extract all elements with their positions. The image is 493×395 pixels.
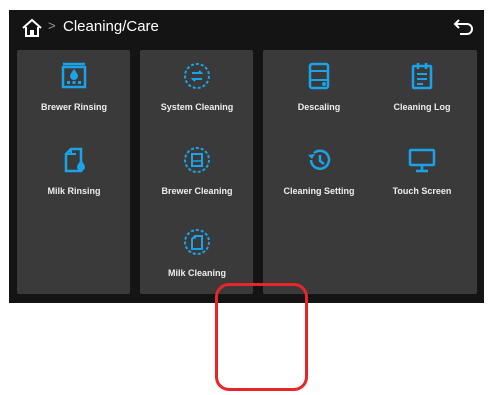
header-bar: > Cleaning/Care: [9, 10, 484, 44]
descaling-button[interactable]: Descaling: [264, 58, 374, 130]
cleaning-log-icon: [411, 63, 433, 90]
tile-label: Touch Screen: [392, 186, 452, 196]
tile-label: Milk Rinsing: [47, 186, 101, 196]
brewer-cleaning-button[interactable]: Brewer Cleaning: [142, 142, 252, 214]
touch-screen-icon: [408, 148, 436, 173]
brewer-rinsing-icon: [61, 62, 87, 89]
cleaning-panel: System Cleaning Brewer Cleaning Milk Cle…: [140, 50, 253, 294]
tile-label: Cleaning Setting: [283, 186, 355, 196]
touch-screen-button[interactable]: Touch Screen: [367, 142, 477, 214]
descaling-icon: [308, 62, 330, 90]
system-cleaning-button[interactable]: System Cleaning: [142, 58, 252, 130]
cleaning-setting-button[interactable]: Cleaning Setting: [264, 142, 374, 214]
tile-label: Milk Cleaning: [167, 268, 226, 278]
rinsing-panel: Brewer Rinsing Milk Rinsing: [17, 50, 130, 294]
cleaning-setting-icon: [308, 149, 331, 170]
cleaning-log-button[interactable]: Cleaning Log: [367, 58, 477, 130]
home-icon[interactable]: [21, 18, 43, 38]
breadcrumb-separator: >: [48, 18, 56, 33]
brewer-rinsing-button[interactable]: Brewer Rinsing: [19, 58, 129, 130]
tile-label: Descaling: [297, 102, 341, 112]
maintenance-panel: Descaling Cleaning Log Cleaning Setting: [263, 50, 477, 294]
highlight-box: [215, 283, 308, 391]
milk-cleaning-icon: [184, 229, 210, 255]
tile-label: Brewer Cleaning: [161, 186, 233, 196]
back-arrow-icon[interactable]: [452, 17, 476, 37]
tile-label: Cleaning Log: [393, 102, 451, 112]
system-cleaning-icon: [184, 63, 210, 89]
machine-screen: > Cleaning/Care Brewer Rinsing Milk Rins…: [9, 10, 484, 303]
tile-label: System Cleaning: [160, 102, 234, 112]
tile-label: Brewer Rinsing: [40, 102, 107, 112]
brewer-cleaning-icon: [184, 147, 210, 173]
milk-rinsing-icon: [64, 147, 85, 173]
page-title: Cleaning/Care: [63, 18, 159, 35]
milk-rinsing-button[interactable]: Milk Rinsing: [19, 142, 129, 214]
